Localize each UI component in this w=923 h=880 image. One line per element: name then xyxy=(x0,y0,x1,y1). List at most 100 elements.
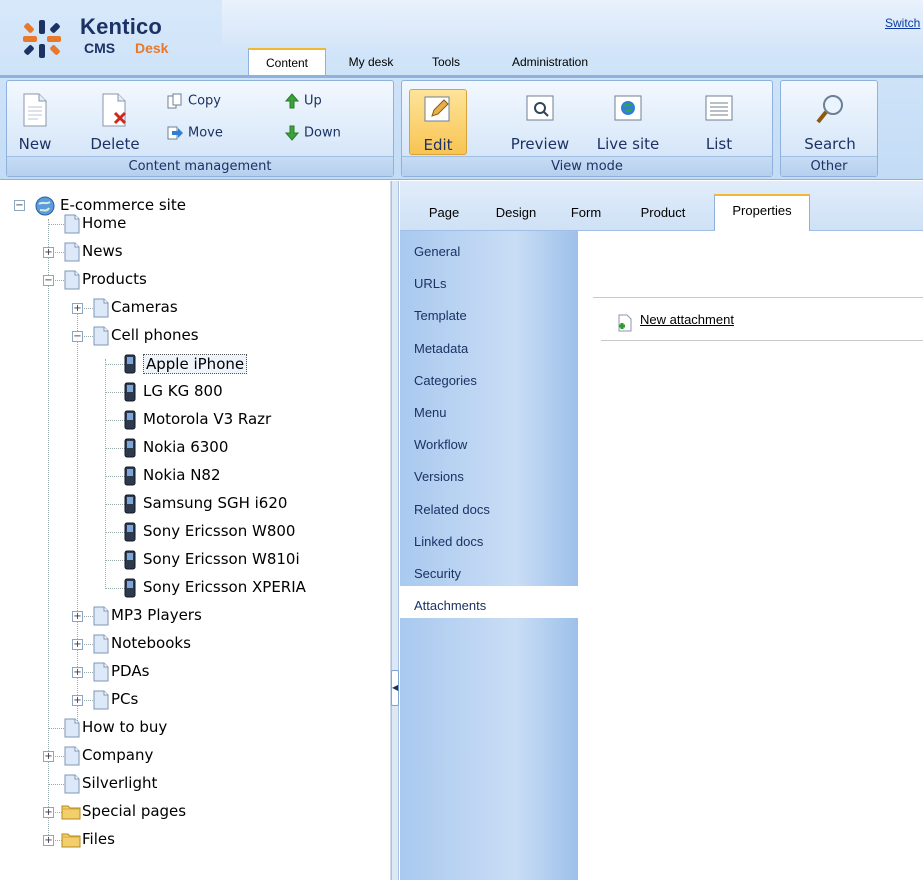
tree-node-label: Nokia N82 xyxy=(143,466,221,484)
live-site-label: Live site xyxy=(596,135,660,153)
tab-page[interactable]: Page xyxy=(422,200,466,226)
brand-name: Kentico xyxy=(80,14,163,39)
collapse-tree-button[interactable]: ◀ xyxy=(391,670,399,706)
collapse-icon[interactable]: − xyxy=(43,275,54,286)
vtab-item[interactable]: Categories xyxy=(400,361,578,393)
tab-content[interactable]: Content xyxy=(248,48,326,76)
document-icon xyxy=(64,242,80,266)
expand-icon[interactable]: + xyxy=(72,611,83,622)
vtab-item[interactable]: URLs xyxy=(400,264,578,296)
vtab-item[interactable]: Versions xyxy=(400,457,578,489)
ribbon-group-view-mode: Edit Preview Live site List View mode xyxy=(401,80,773,177)
tree-node-label: Files xyxy=(82,830,115,848)
phone-icon xyxy=(124,494,136,518)
tree-node-label: How to buy xyxy=(82,718,168,736)
tree-node-label: Company xyxy=(82,746,154,764)
new-document-icon xyxy=(23,93,47,127)
tree-node-label: PCs xyxy=(111,690,139,708)
tree-node-label: Samsung SGH i620 xyxy=(143,494,288,512)
new-button[interactable]: New xyxy=(15,89,55,155)
tree-node-label: News xyxy=(82,242,123,260)
down-label: Down xyxy=(304,125,341,141)
tree-guide-line xyxy=(105,448,125,449)
switch-link[interactable]: Switch xyxy=(885,16,920,30)
list-icon xyxy=(705,95,733,121)
list-button[interactable]: List xyxy=(694,89,744,155)
document-icon xyxy=(93,326,109,350)
tree-guide-line xyxy=(105,392,125,393)
collapse-icon[interactable]: − xyxy=(72,331,83,342)
expand-icon[interactable]: + xyxy=(43,751,54,762)
move-icon xyxy=(167,126,183,140)
tree-node-label: Sony Ericsson XPERIA xyxy=(143,578,306,596)
folder-icon xyxy=(61,802,81,824)
expand-icon[interactable]: + xyxy=(43,835,54,846)
tab-product[interactable]: Product xyxy=(632,200,694,226)
vtab-item[interactable]: Attachments xyxy=(400,586,579,619)
preview-button[interactable]: Preview xyxy=(502,89,578,155)
vtab-item[interactable]: Related docs xyxy=(400,490,578,522)
pane-splitter[interactable] xyxy=(391,181,399,880)
content-tree: − E-commerce site Home + News − Products + Cam… xyxy=(0,181,391,880)
search-label: Search xyxy=(804,135,856,153)
arrow-down-icon xyxy=(285,125,299,141)
expand-icon[interactable]: + xyxy=(72,667,83,678)
vtab-item[interactable]: Workflow xyxy=(400,425,578,457)
tree-node-label: Sony Ericsson W800 xyxy=(143,522,296,540)
down-button[interactable]: Down xyxy=(285,125,341,143)
delete-button[interactable]: Delete xyxy=(85,89,145,155)
document-tabs: Page Design Form Product Properties xyxy=(400,181,923,232)
expand-icon[interactable]: + xyxy=(72,639,83,650)
expand-icon[interactable]: + xyxy=(43,807,54,818)
document-icon xyxy=(93,298,109,322)
expand-icon[interactable]: + xyxy=(72,695,83,706)
document-icon xyxy=(93,606,109,630)
tree-node-label: Cameras xyxy=(111,298,178,316)
kentico-logo-icon xyxy=(23,20,61,58)
document-icon xyxy=(64,774,80,798)
new-attachment-label: New attachment xyxy=(640,312,734,327)
edit-icon xyxy=(424,96,450,122)
expand-icon[interactable]: + xyxy=(43,247,54,258)
document-icon xyxy=(64,746,80,770)
ribbon-group-content-management: New Delete Copy Move Up Down Content man… xyxy=(6,80,394,177)
vtab-item[interactable]: Template xyxy=(400,296,578,328)
folder-icon xyxy=(61,830,81,852)
tree-guide-line xyxy=(105,560,125,561)
vtab-item[interactable]: Menu xyxy=(400,393,578,425)
live-site-icon xyxy=(614,95,642,121)
vtab-item[interactable]: Linked docs xyxy=(400,522,578,554)
expand-icon[interactable]: + xyxy=(72,303,83,314)
tab-form[interactable]: Form xyxy=(564,200,608,226)
other-label: Other xyxy=(781,156,877,176)
live-site-button[interactable]: Live site xyxy=(588,89,668,155)
collapse-icon[interactable]: − xyxy=(14,200,25,211)
document-icon xyxy=(93,662,109,686)
move-button[interactable]: Move xyxy=(167,125,223,143)
tree-node-label: Silverlight xyxy=(82,774,158,792)
up-button[interactable]: Up xyxy=(285,93,322,111)
tree-guide-line xyxy=(105,504,125,505)
vtab-item[interactable]: Metadata xyxy=(400,329,578,361)
divider xyxy=(601,340,923,341)
vtab-item[interactable]: General xyxy=(400,232,578,264)
properties-vertical-tabs: General URLs Template Metadata Categories Men… xyxy=(400,231,579,880)
divider xyxy=(593,297,923,298)
tab-my-desk[interactable]: My desk xyxy=(340,49,402,75)
vtab-item[interactable]: Security xyxy=(400,554,578,586)
search-button[interactable]: Search xyxy=(795,89,865,155)
tab-administration[interactable]: Administration xyxy=(500,49,600,75)
edit-button[interactable]: Edit xyxy=(409,89,467,155)
tab-properties[interactable]: Properties xyxy=(714,194,810,232)
tree-node-label: Special pages xyxy=(82,802,187,820)
tab-tools[interactable]: Tools xyxy=(426,49,466,75)
phone-icon xyxy=(124,410,136,434)
tree-guide-line xyxy=(105,588,125,589)
product-name: CMS xyxy=(84,40,116,56)
tree-node-label: Cell phones xyxy=(111,326,199,344)
phone-icon xyxy=(124,382,136,406)
copy-button[interactable]: Copy xyxy=(167,93,221,111)
new-attachment-link[interactable]: New attachment xyxy=(618,312,734,332)
preview-label: Preview xyxy=(510,135,570,153)
tab-design[interactable]: Design xyxy=(486,200,546,226)
